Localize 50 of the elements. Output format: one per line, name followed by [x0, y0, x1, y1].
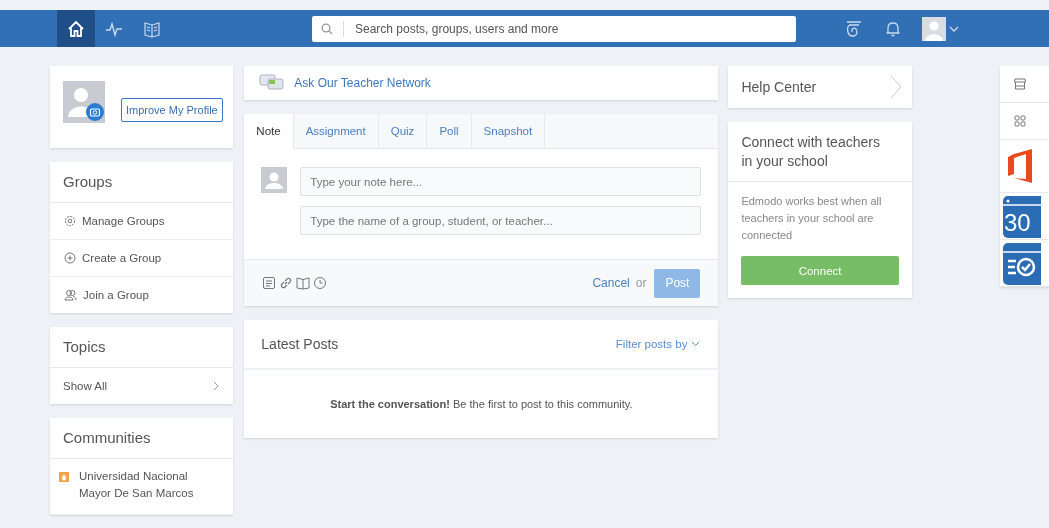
note-input[interactable]: Type your note here...	[300, 167, 702, 196]
cancel-link[interactable]: Cancel	[592, 276, 630, 290]
card-title: Connect with teachers in your school	[728, 122, 912, 182]
or-label: or	[635, 276, 647, 290]
chevron-down-icon	[691, 341, 701, 347]
book-icon	[143, 19, 161, 38]
improve-profile-button[interactable]: Improve My Profile	[121, 98, 223, 122]
empty-message: Start the conversation! Be the first to post to this community.	[330, 398, 633, 410]
composer-tab[interactable]: Quiz	[378, 114, 428, 149]
filter-posts-dropdown[interactable]: Filter posts by	[615, 338, 701, 350]
caret-icon	[949, 24, 959, 33]
chevron-icon	[213, 381, 221, 391]
help-center-link[interactable]: Help Center	[728, 66, 912, 108]
composer-tab[interactable]: Assignment	[293, 114, 379, 149]
chevron-icon	[889, 75, 902, 99]
composer-tab[interactable]: Note	[244, 114, 294, 149]
group-menu-item[interactable]: Join a Group	[50, 277, 234, 313]
group-menu-item[interactable]: Manage Groups	[50, 203, 234, 240]
profile-avatar[interactable]	[63, 81, 105, 123]
home-tab[interactable]	[57, 10, 95, 47]
recipient-input[interactable]: Type the name of a group, student, or teacher...	[300, 206, 702, 235]
calendar-app-icon[interactable]: 30	[1000, 194, 1041, 238]
show-all-link[interactable]: Show All	[50, 368, 234, 404]
chat-bubbles-icon	[259, 74, 286, 92]
people-icon	[64, 289, 77, 301]
book-icon[interactable]	[296, 276, 311, 290]
composer-tab[interactable]: Poll	[427, 114, 472, 149]
home-icon	[67, 19, 85, 38]
card-title: Topics	[50, 327, 234, 368]
quiz-app-icon[interactable]	[1000, 241, 1041, 285]
user-avatar	[261, 167, 288, 193]
apps-grid-icon[interactable]	[1013, 115, 1026, 127]
composer-tab[interactable]: Snapshot	[471, 114, 546, 149]
community-link[interactable]: Universidad Nacional Mayor De San Marcos	[79, 468, 221, 502]
card-title: Groups	[50, 162, 234, 203]
link-icon[interactable]	[279, 276, 294, 290]
plus-circle-icon	[64, 252, 76, 264]
search-icon	[321, 22, 333, 35]
search-field[interactable]: Search posts, groups, users and more	[312, 15, 796, 42]
bell-icon[interactable]	[884, 19, 902, 38]
account-menu[interactable]	[922, 16, 959, 41]
group-menu-item[interactable]: Create a Group	[50, 240, 234, 277]
connect-description: Edmodo works best when all teachers in your school are connected	[741, 194, 883, 243]
card-title: Latest Posts	[261, 336, 339, 352]
store-icon[interactable]	[1013, 78, 1026, 90]
document-icon[interactable]	[262, 276, 277, 290]
ask-teacher-network-link[interactable]: Ask Our Teacher Network	[244, 66, 719, 100]
clock-icon[interactable]	[313, 276, 328, 290]
gear-icon	[64, 215, 76, 227]
card-title: Communities	[50, 418, 234, 459]
